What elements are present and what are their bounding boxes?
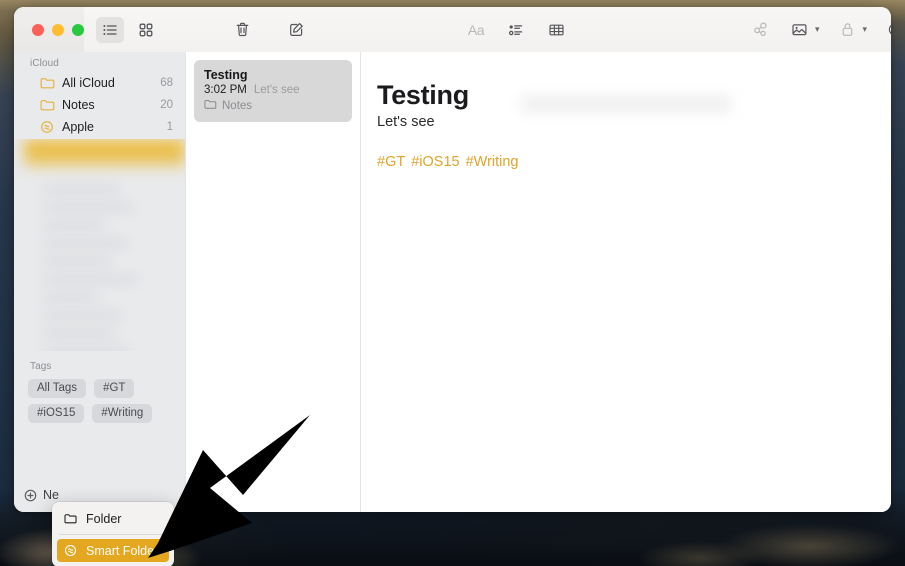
- tag-chip-writing[interactable]: #Writing: [92, 404, 153, 423]
- sidebar-item-apple[interactable]: Apple 1: [14, 116, 185, 138]
- gallery-view-button[interactable]: [132, 17, 160, 43]
- sidebar-item-all-icloud[interactable]: All iCloud 68: [14, 72, 185, 94]
- sidebar: iCloud All iCloud 68 Notes 20 Apple 1 Ta…: [14, 52, 185, 512]
- folder-outline-icon: [64, 513, 79, 525]
- new-folder-button[interactable]: Ne: [24, 488, 59, 502]
- sidebar-section-title-icloud: iCloud: [30, 58, 59, 69]
- notes-app-window: Aa ▾ ▾ iCloud All iCloud 68 Notes 20 App…: [14, 7, 891, 512]
- folder-icon: [40, 99, 55, 111]
- format-text-button[interactable]: Aa: [462, 17, 490, 43]
- lock-icon: [842, 23, 853, 36]
- hashtag-writing[interactable]: #Writing: [466, 154, 519, 170]
- sidebar-section-title-tags: Tags: [30, 361, 52, 372]
- note-item-title: Testing: [204, 68, 248, 82]
- hashtag-gt[interactable]: #GT: [377, 154, 405, 170]
- sidebar-blur-highlight: [24, 139, 185, 169]
- sidebar-blurred-region: [14, 139, 185, 351]
- note-item-folder: Notes: [204, 99, 342, 113]
- tag-chip-list: All Tags #GT #iOS15 #Writing: [14, 375, 185, 423]
- smart-folder-icon: [64, 544, 79, 557]
- sidebar-item-count: 68: [160, 77, 173, 89]
- link-icon: [753, 22, 766, 37]
- window-controls: [14, 23, 84, 36]
- window-body: iCloud All iCloud 68 Notes 20 Apple 1 Ta…: [14, 52, 891, 512]
- new-folder-label: Ne: [43, 488, 59, 502]
- note-editor[interactable]: Testing Let's see #GT #iOS15 #Writing: [361, 52, 891, 512]
- note-item-folder-label: Notes: [222, 100, 253, 112]
- note-hashtag-row: #GT #iOS15 #Writing: [377, 154, 891, 170]
- tags-section: Tags All Tags #GT #iOS15 #Writing: [14, 355, 185, 423]
- menu-item-label: Smart Folder: [86, 543, 159, 558]
- plus-circle-icon: [24, 489, 37, 502]
- note-item-preview: Let's see: [253, 84, 300, 96]
- checklist-icon: [508, 24, 523, 35]
- view-switch-group: [96, 16, 160, 43]
- note-list-item-testing[interactable]: Testing 3:02 PM Let's see Notes: [194, 60, 352, 122]
- compose-icon: [289, 23, 303, 36]
- desktop-background: Aa ▾ ▾ iCloud All iCloud 68 Notes 20 App…: [0, 0, 905, 566]
- note-list[interactable]: Testing 3:02 PM Let's see Notes: [185, 52, 361, 512]
- photo-icon: [792, 23, 807, 35]
- media-chevron-down-icon[interactable]: ▾: [815, 24, 820, 35]
- note-item-meta: 3:02 PM Let's see: [204, 84, 342, 96]
- aa-icon: Aa: [467, 21, 485, 38]
- collaborate-button[interactable]: [881, 17, 891, 43]
- sidebar-blur-rows: [14, 175, 185, 351]
- tag-chip-ios15[interactable]: #iOS15: [28, 404, 85, 423]
- sidebar-item-label: Notes: [62, 98, 95, 112]
- compose-note-button[interactable]: [282, 17, 310, 43]
- grid-view-icon: [139, 23, 153, 36]
- sidebar-item-label: Apple: [62, 120, 94, 134]
- table-icon: [548, 24, 564, 35]
- folder-icon: [204, 99, 217, 113]
- sidebar-item-notes[interactable]: Notes 20: [14, 94, 185, 116]
- close-button[interactable]: [32, 23, 44, 36]
- menu-item-folder[interactable]: Folder: [57, 507, 169, 530]
- sidebar-item-label: All iCloud: [62, 76, 115, 90]
- toolbar-main-section: Aa ▾ ▾: [84, 7, 891, 52]
- table-button[interactable]: [542, 17, 570, 43]
- lock-note-button[interactable]: [834, 17, 862, 43]
- quick-note-link-button[interactable]: [746, 17, 774, 43]
- menu-item-smart-folder[interactable]: Smart Folder: [57, 539, 169, 562]
- note-item-time: 3:02 PM: [204, 84, 247, 96]
- note-subtitle: Let's see: [377, 114, 435, 131]
- insert-media-button[interactable]: [786, 17, 814, 43]
- tag-chip-all-tags[interactable]: All Tags: [28, 379, 87, 398]
- hashtag-ios15[interactable]: #iOS15: [411, 154, 459, 170]
- trash-icon: [236, 22, 248, 37]
- zoom-button[interactable]: [72, 23, 84, 36]
- editor-blurred-timestamp: [521, 96, 731, 112]
- minimize-button[interactable]: [52, 23, 64, 36]
- menu-item-label: Folder: [86, 511, 122, 526]
- sidebar-item-count: 20: [160, 99, 173, 111]
- delete-note-button[interactable]: [228, 17, 256, 43]
- new-folder-context-menu: Folder Smart Folder: [52, 502, 174, 566]
- toolbar-sidebar-section: [14, 7, 84, 52]
- window-toolbar: Aa ▾ ▾: [14, 7, 891, 52]
- add-person-icon: [888, 24, 891, 35]
- smart-folder-icon: [40, 120, 55, 134]
- lock-chevron-down-icon[interactable]: ▾: [863, 24, 868, 35]
- folder-icon: [40, 77, 55, 89]
- list-view-button[interactable]: [96, 16, 124, 43]
- list-view-icon: [103, 24, 117, 35]
- checklist-button[interactable]: [502, 17, 530, 43]
- menu-separator: [59, 534, 167, 535]
- sidebar-item-count: 1: [166, 121, 173, 133]
- tag-chip-gt[interactable]: #GT: [94, 379, 135, 398]
